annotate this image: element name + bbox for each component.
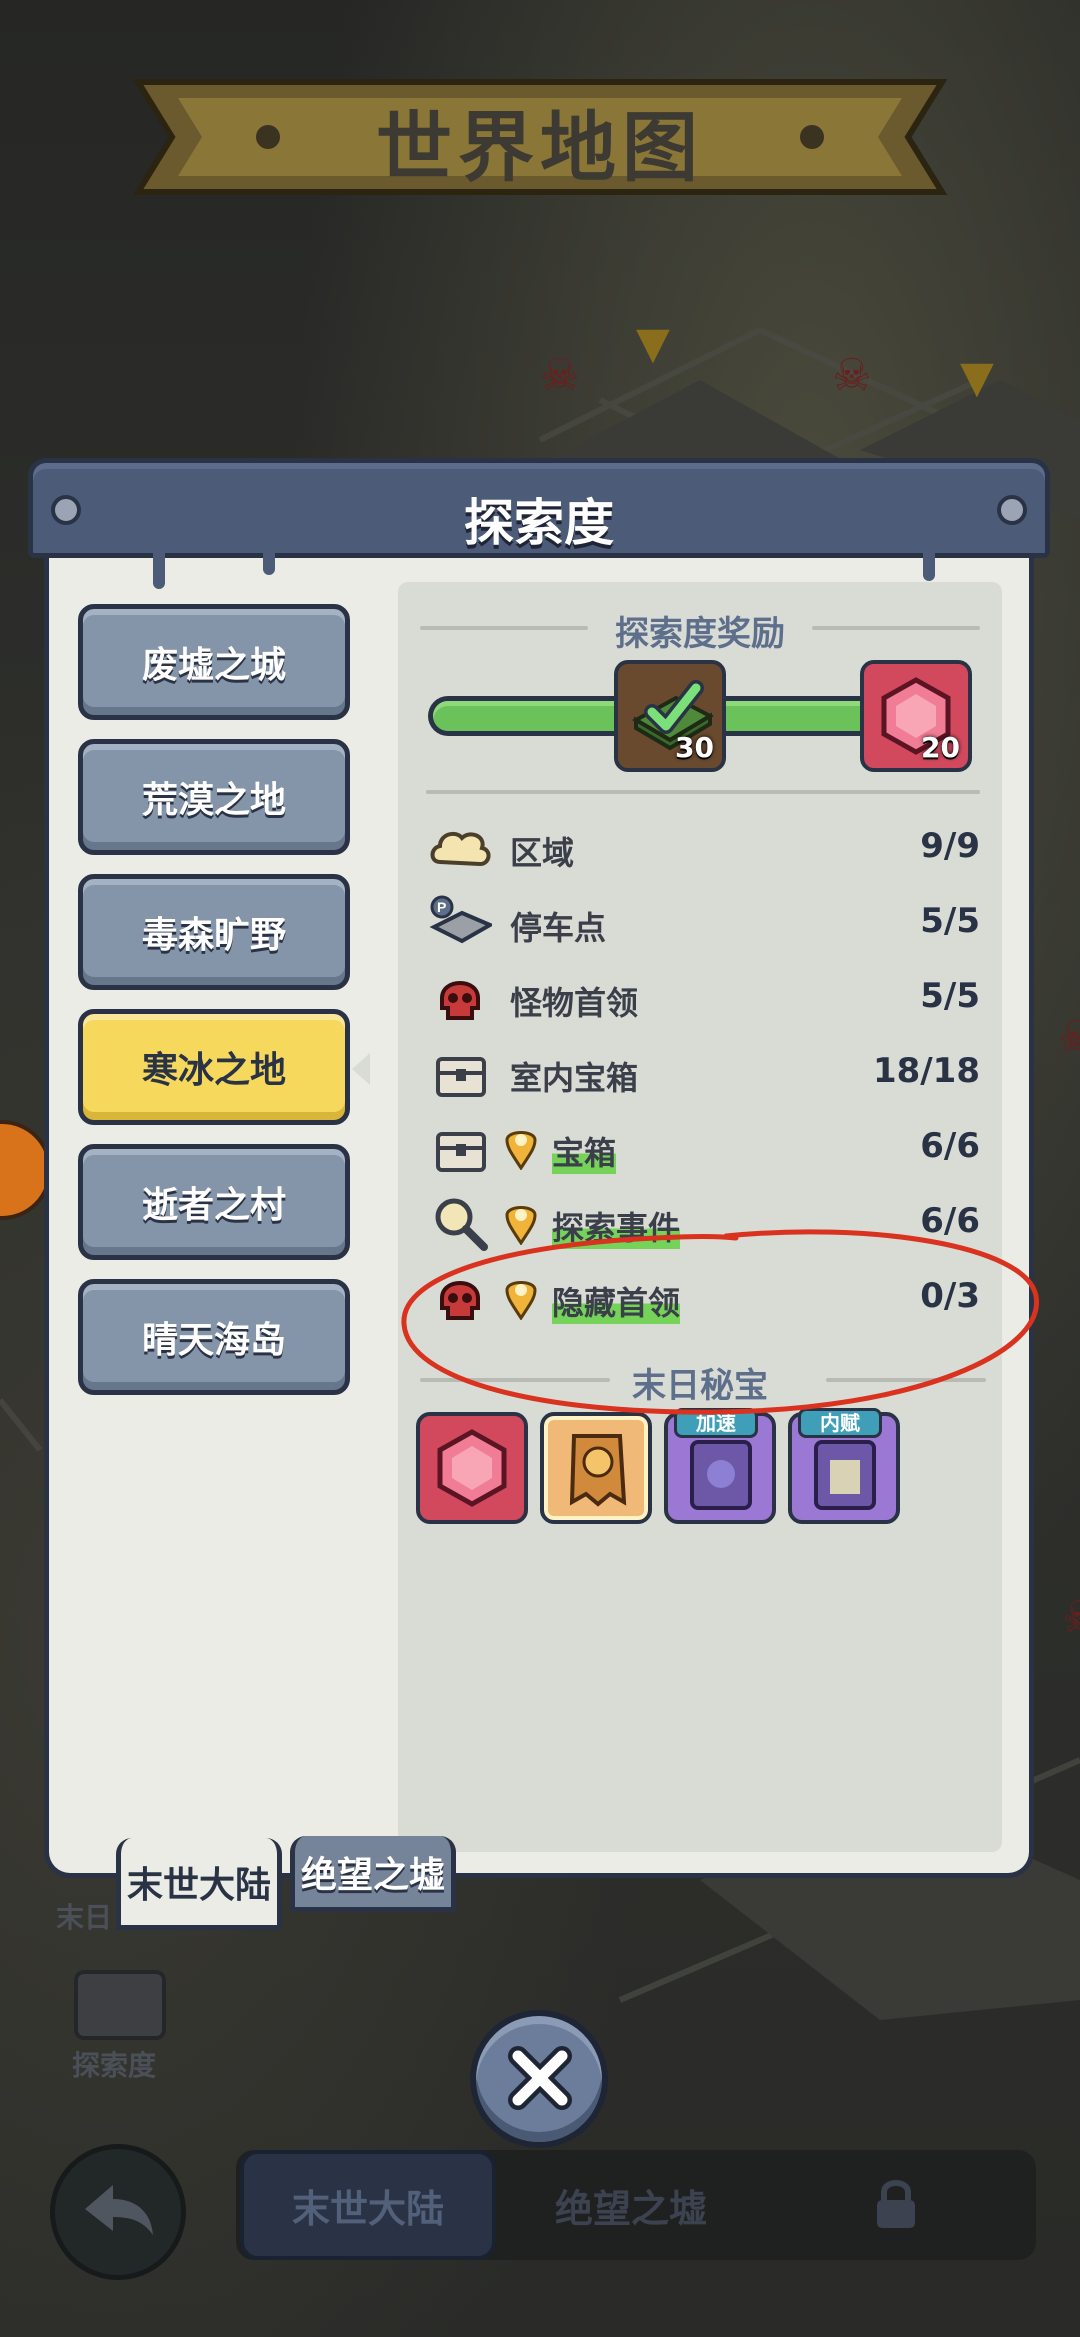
region-tab-label: 荒漠之地 <box>141 780 286 821</box>
stat-label: 区域 <box>510 834 575 872</box>
section-divider <box>426 790 980 794</box>
nav-item-despair-ruins[interactable]: 绝望之墟 <box>506 2150 756 2260</box>
map-tab-despair-ruins[interactable]: 绝望之墟 <box>290 1836 456 1912</box>
region-tab-label: 毒森旷野 <box>141 915 286 956</box>
region-tab-1[interactable]: 废墟之城 <box>78 604 350 720</box>
section-rule <box>420 626 588 630</box>
stat-value: 6/6 <box>920 1126 980 1166</box>
header-drip <box>153 551 165 589</box>
exploration-chest-icon[interactable] <box>74 1970 166 2040</box>
stat-row: 宝箱 6/6 <box>428 1118 980 1178</box>
reward-gem-box[interactable]: 20 <box>860 660 972 772</box>
region-tab-label: 逝者之村 <box>141 1185 286 1226</box>
boss-skull-icon: ☠ <box>832 350 872 401</box>
close-icon <box>508 2046 572 2110</box>
scroll-ticket-icon <box>569 1434 627 1507</box>
stat-row: 怪物首领 5/5 <box>428 968 980 1028</box>
region-tab-5[interactable]: 逝者之村 <box>78 1144 350 1260</box>
world-map-title-banner: 世界地图 <box>118 62 962 212</box>
stat-label[interactable]: 宝箱 <box>552 1128 617 1174</box>
cloud-icon <box>428 818 492 878</box>
nav-item-label: 末世大陆 <box>291 2186 444 2231</box>
treasure-manual-book[interactable]: 内赋 <box>788 1408 900 1524</box>
stat-value: 5/5 <box>920 901 980 941</box>
stat-value: 5/5 <box>920 976 980 1016</box>
stat-value: 9/9 <box>920 826 980 866</box>
red-gem-icon <box>437 1429 507 1507</box>
region-tab-4[interactable]: 寒冰之地 <box>78 1009 350 1125</box>
bottom-navigation: 末世大陆 绝望之墟 <box>236 2150 1036 2260</box>
active-region-pointer <box>352 1053 370 1085</box>
header-drip <box>923 551 935 581</box>
reward-count: 20 <box>921 731 960 764</box>
region-tab-3[interactable]: 毒森旷野 <box>78 874 350 990</box>
boss-skull-icon: ☠ <box>540 350 580 401</box>
location-pin-icon[interactable] <box>504 1124 538 1171</box>
parking-map-icon: P <box>428 893 495 953</box>
stat-label: 怪物首领 <box>510 984 639 1022</box>
end-prefix-label: 末日 <box>56 1901 113 1934</box>
marker-triangle-icon: ▼ <box>636 318 670 369</box>
reward-cash-box[interactable]: 30 <box>614 660 726 772</box>
region-tab-label: 寒冰之地 <box>141 1050 286 1091</box>
region-tab-6[interactable]: 晴天海岛 <box>78 1279 350 1395</box>
stat-label: 室内宝箱 <box>510 1059 639 1097</box>
stat-row: 室内宝箱 18/18 <box>428 1043 980 1103</box>
panel-title: 探索度 <box>464 494 614 552</box>
stat-label: 停车点 <box>510 909 607 947</box>
red-circle-annotation <box>401 1229 1039 1415</box>
svg-text:P: P <box>437 899 446 915</box>
nav-item-locked[interactable] <box>766 2150 1026 2260</box>
world-map-title: 世界地图 <box>376 103 704 192</box>
region-tab-label: 废墟之城 <box>141 645 286 686</box>
back-button[interactable] <box>50 2144 186 2280</box>
reward-count: 30 <box>675 731 714 764</box>
map-tab-label: 末世大陆 <box>126 1864 271 1906</box>
close-button[interactable] <box>470 2010 608 2148</box>
reward-section-title: 探索度奖励 <box>615 614 785 654</box>
boss-skull-icon: ☠ <box>1062 1592 1080 1643</box>
stat-row: 区域 9/9 <box>428 818 980 878</box>
exploration-shortcut-label: 探索度 <box>72 2049 157 2082</box>
region-tab-label: 晴天海岛 <box>141 1320 286 1361</box>
stat-row: P 停车点 5/5 <box>428 893 980 953</box>
treasure-speed-book[interactable]: 加速 <box>664 1408 776 1524</box>
stat-value: 18/18 <box>872 1051 980 1091</box>
treasure-gem[interactable] <box>416 1412 528 1524</box>
treasure-scroll[interactable] <box>540 1412 652 1524</box>
region-tab-2[interactable]: 荒漠之地 <box>78 739 350 855</box>
map-tab-label: 绝望之墟 <box>300 1854 445 1896</box>
nav-item-label: 绝望之墟 <box>554 2186 707 2231</box>
panel-header: 探索度 <box>28 458 1050 589</box>
nav-item-end-continent[interactable]: 末世大陆 <box>240 2150 496 2260</box>
chest-icon <box>428 1043 492 1103</box>
marker-triangle-icon: ▼ <box>960 352 994 403</box>
map-tab-end-continent[interactable]: 末世大陆 <box>116 1838 282 1930</box>
boss-skull-icon: ☠ <box>1058 1012 1080 1063</box>
skull-icon <box>428 968 492 1028</box>
lock-icon <box>877 2180 915 2228</box>
back-arrow-icon <box>85 2185 153 2235</box>
chest-icon <box>428 1118 492 1178</box>
section-rule <box>812 626 980 630</box>
